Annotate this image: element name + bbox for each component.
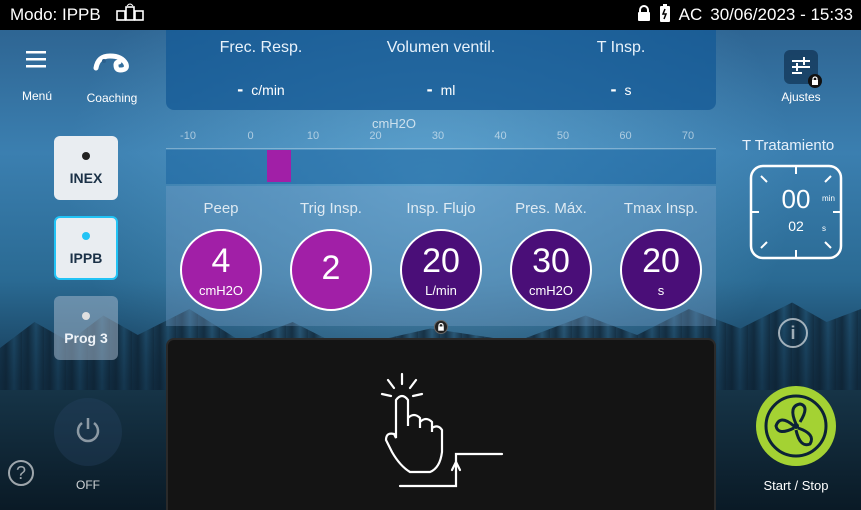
pressure-tick-label: 70 [681, 130, 695, 142]
param-label: Tmax Insp. [623, 200, 699, 217]
param-dial[interactable]: 30 cmH2O [510, 229, 592, 311]
mode-indicator-dot [82, 232, 90, 240]
pressure-tick-label: 0 [247, 130, 254, 142]
pressure-scale: cmH2O -10 0 10 20 30 40 50 60 70 [166, 112, 716, 150]
info-button[interactable]: i [778, 318, 808, 348]
coaching-label: Coaching [86, 91, 138, 105]
pressure-tick-label: 40 [494, 130, 507, 142]
chameleon-icon [92, 53, 132, 77]
param-dial[interactable]: 4 cmH2O [180, 229, 262, 311]
param-insp-flow[interactable]: Insp. Flujo 20 L/min [386, 186, 496, 311]
pressure-tick-label: 30 [431, 130, 445, 142]
fan-icon [754, 386, 838, 472]
param-trig-insp[interactable]: Trig Insp. 2 [276, 186, 386, 311]
pressure-unit: cmH2O [371, 116, 417, 131]
param-max-pressure[interactable]: Pres. Máx. 30 cmH2O [496, 186, 606, 311]
param-unit: cmH2O [528, 282, 574, 298]
coaching-button[interactable]: Coaching [80, 50, 144, 105]
timer-seconds: 02 [788, 218, 804, 234]
pressure-marker [267, 150, 292, 182]
status-bar: Modo: IPPB AC 30/06/2023 - 15:33 [0, 0, 861, 30]
timer-seconds-unit: s [822, 224, 826, 233]
network-icon [115, 3, 145, 28]
power-source: AC [678, 5, 703, 24]
info-icon: i [790, 323, 796, 343]
param-value: 30 [532, 241, 570, 280]
treatment-time-label: T Tratamiento [742, 137, 835, 154]
datetime: 30/06/2023 - 15:33 [710, 5, 853, 24]
power-icon [73, 415, 103, 450]
lock-icon [808, 74, 822, 88]
mode-label: Prog 3 [64, 330, 108, 346]
metrics-bar: Frec. Resp. - c/min Volumen ventil. - ml T… [166, 30, 716, 110]
param-unit: L/min [425, 282, 457, 298]
mode-indicator-dot [82, 312, 90, 320]
pressure-tick-label: 10 [306, 130, 320, 142]
metric-value: - [610, 79, 617, 99]
question-icon: ? [15, 463, 26, 483]
param-label: Trig Insp. [300, 200, 362, 217]
param-label: Pres. Máx. [515, 200, 587, 217]
param-dial[interactable]: 2 [290, 229, 372, 311]
timer-minutes-unit: min [822, 194, 835, 203]
metric-value: - [426, 79, 433, 99]
metric-label: Volumen ventil. [386, 39, 496, 56]
param-label: Peep [203, 200, 239, 217]
tap-hand-icon [372, 368, 512, 493]
pressure-axis [166, 148, 716, 149]
parameters-panel: Peep 4 cmH2O Trig Insp. 2 Insp. Flujo 20… [166, 186, 716, 326]
start-stop-button[interactable] [754, 384, 838, 468]
param-value: 2 [321, 249, 341, 287]
metric-unit: s [624, 82, 632, 98]
lock-icon [434, 320, 448, 334]
param-value: 20 [422, 241, 460, 280]
mode-inex-button[interactable]: INEX [54, 136, 118, 200]
battery-icon [659, 3, 671, 27]
pressure-tick-label: 20 [369, 130, 382, 142]
param-value: 4 [211, 241, 231, 280]
pressure-bar [166, 150, 716, 184]
param-dial[interactable]: 20 L/min [400, 229, 482, 311]
metric-resp-rate: Frec. Resp. - c/min [186, 30, 336, 100]
metric-volume: Volumen ventil. - ml [366, 30, 516, 100]
settings-label: Ajustes [781, 90, 821, 104]
metric-label: Frec. Resp. [219, 39, 303, 56]
hamburger-icon [26, 51, 48, 71]
menu-button[interactable]: Menú [12, 50, 62, 103]
metric-unit: ml [440, 82, 456, 98]
metric-insp-time: T Insp. -s [546, 30, 696, 100]
mode-indicator-dot [82, 152, 90, 160]
power-button[interactable] [54, 398, 122, 466]
pressure-tick-label: 60 [619, 130, 632, 142]
mode-label: INEX [69, 170, 103, 186]
treatment-timer: 00 min 02 s [747, 162, 845, 262]
param-dial[interactable]: 20 s [620, 229, 702, 311]
param-unit: cmH2O [198, 282, 244, 298]
metric-unit: c/min [251, 82, 285, 98]
param-peep[interactable]: Peep 4 cmH2O [166, 186, 276, 311]
metric-value: - [237, 79, 244, 99]
lock-icon [637, 4, 651, 26]
param-value: 20 [642, 241, 680, 280]
instruction-panel[interactable] [166, 338, 716, 510]
start-stop-label: Start / Stop [763, 478, 829, 493]
param-label: Insp. Flujo [406, 200, 476, 217]
settings-button[interactable]: Ajustes [764, 50, 838, 104]
help-button[interactable]: ? [8, 460, 34, 486]
mode-prog3-button[interactable]: Prog 3 [54, 296, 118, 360]
off-label: OFF [76, 478, 100, 492]
metric-label: T Insp. [596, 39, 646, 56]
param-unit: s [657, 282, 665, 298]
pressure-tick-label: -10 [180, 130, 196, 142]
menu-label: Menú [21, 89, 53, 103]
param-tmax-insp[interactable]: Tmax Insp. 20 s [606, 186, 716, 311]
mode-status-label: Modo: IPPB [10, 5, 101, 24]
pressure-tick-label: 50 [556, 130, 570, 142]
mode-label: IPPB [69, 250, 103, 266]
mode-ippb-button[interactable]: IPPB [54, 216, 118, 280]
